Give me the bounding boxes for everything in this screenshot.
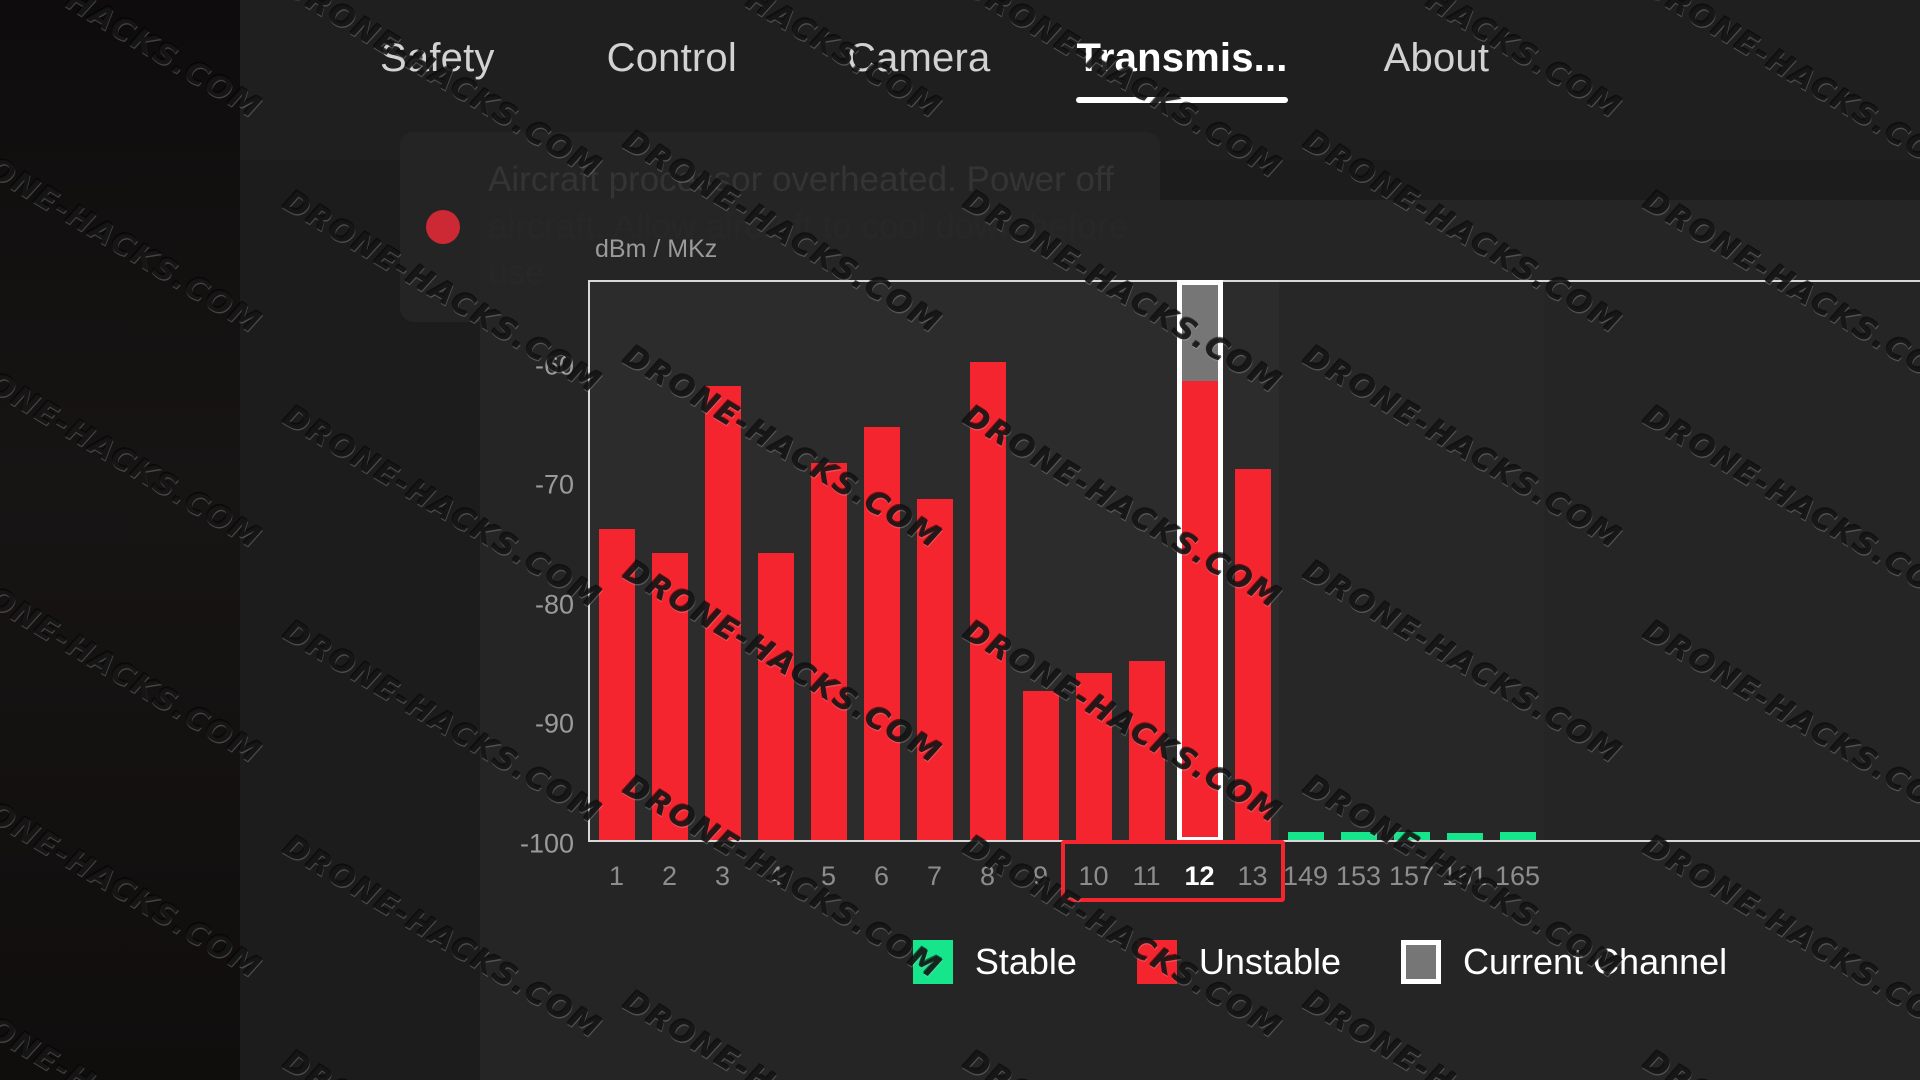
y-tick-label: -80 [534, 589, 574, 620]
chart-legend: Stable Unstable Current Channel [480, 940, 1920, 984]
bar-stable [1446, 832, 1483, 840]
channel-column[interactable] [590, 282, 643, 840]
x-tick-label[interactable]: 149 [1279, 848, 1332, 904]
x-tick-label[interactable]: 161 [1438, 848, 1491, 904]
channel-column[interactable] [1491, 282, 1544, 840]
channel-band [1279, 282, 1332, 840]
tab-about[interactable]: About [1384, 36, 1490, 103]
y-axis-unit-label: dBm / MKz [595, 235, 718, 263]
channel-column[interactable] [1385, 282, 1438, 840]
tab-label: Camera [846, 36, 991, 80]
plot-area: -60-70-80-90-100 ≈1km≈4km [520, 280, 1920, 859]
bar-unstable [1181, 373, 1218, 840]
settings-panel: Safety Control Camera Transmis... About Airc… [240, 0, 1920, 1080]
bar-stable [1287, 831, 1324, 840]
plot-inner [588, 280, 1920, 842]
bar-unstable [651, 553, 688, 840]
x-tick-label[interactable]: 157 [1385, 848, 1438, 904]
channel-spectrum-chart: dBm / MKz Mhz -60-70-80-90-100 ≈1km≈4km … [480, 200, 1920, 1080]
channel-column[interactable] [802, 282, 855, 840]
y-tick-label: -100 [519, 828, 574, 859]
channel-columns [590, 280, 1544, 842]
legend-swatch-unstable [1136, 940, 1177, 984]
x-tick-label[interactable]: 8 [961, 848, 1014, 904]
x-axis-labels: 1 2 3 4 5 6 7 8 9 10 11 12 13 149 153 157 161 165 [590, 848, 1920, 904]
legend-label: Stable [974, 941, 1077, 982]
bar-unstable [1022, 690, 1059, 840]
legend-label: Current Channel [1463, 941, 1728, 982]
legend-item: Unstable [1136, 940, 1341, 984]
channel-column[interactable] [1332, 282, 1385, 840]
channel-column[interactable] [1279, 282, 1332, 840]
warning-dot-icon [426, 210, 460, 244]
channel-column[interactable] [961, 282, 1014, 840]
tab-label: Control [606, 36, 737, 80]
x-tick-label[interactable]: 4 [749, 848, 802, 904]
x-tick-label[interactable]: 9 [1014, 848, 1067, 904]
screen-root: Safety Control Camera Transmis... About Airc… [0, 0, 1920, 1080]
channel-column[interactable] [1120, 282, 1173, 840]
x-tick-label[interactable]: 7 [908, 848, 961, 904]
tab-label: Safety [380, 36, 495, 80]
x-tick-label[interactable]: 3 [696, 848, 749, 904]
tab-transmis[interactable]: Transmis... [1076, 36, 1288, 103]
channel-column[interactable] [1067, 282, 1120, 840]
y-tick-label: -60 [534, 350, 574, 381]
bar-unstable [598, 529, 635, 840]
channel-band [1332, 282, 1385, 840]
tab-safety[interactable]: Safety [380, 36, 495, 103]
bar-stable [1340, 831, 1377, 840]
legend-label: Unstable [1198, 941, 1341, 982]
bar-unstable [810, 463, 847, 840]
x-tick-label[interactable]: 153 [1332, 848, 1385, 904]
x-tick-label[interactable]: 12 [1173, 848, 1226, 904]
bar-unstable [757, 553, 794, 840]
tab-active-underline [1076, 97, 1288, 103]
legend-item: Current Channel [1401, 940, 1727, 984]
bar-unstable [1128, 660, 1165, 840]
bar-unstable [704, 385, 741, 840]
tab-camera[interactable]: Camera [847, 36, 990, 103]
tab-control[interactable]: Control [607, 36, 737, 103]
bar-unstable [916, 499, 953, 840]
channel-column[interactable] [1014, 282, 1067, 840]
x-tick-label[interactable]: 2 [643, 848, 696, 904]
tab-label: About [1383, 36, 1490, 80]
legend-swatch-stable [912, 940, 953, 984]
x-tick-label[interactable]: 1 [590, 848, 643, 904]
x-tick-label[interactable]: 10 [1067, 848, 1120, 904]
bar-unstable [969, 361, 1006, 840]
channel-column[interactable] [1226, 282, 1279, 840]
bar-unstable [1075, 672, 1112, 840]
bar-unstable [863, 427, 900, 840]
bar-stable [1499, 831, 1536, 840]
bar-stable [1393, 831, 1430, 840]
bar-unstable [1234, 469, 1271, 840]
channel-band [1491, 282, 1544, 840]
channel-column[interactable] [1173, 280, 1226, 842]
channel-band [1438, 282, 1491, 840]
channel-column[interactable] [1438, 282, 1491, 840]
x-tick-label[interactable]: 5 [802, 848, 855, 904]
left-camera-gutter [0, 0, 240, 1080]
legend-item: Stable [912, 940, 1077, 984]
channel-column[interactable] [749, 282, 802, 840]
channel-band [1385, 282, 1438, 840]
tab-label: Transmis... [1076, 36, 1288, 80]
x-tick-label[interactable]: 13 [1226, 848, 1279, 904]
y-tick-label: -90 [534, 708, 574, 739]
y-tick-label: -70 [534, 469, 574, 500]
channel-column[interactable] [908, 282, 961, 840]
x-tick-label[interactable]: 6 [855, 848, 908, 904]
legend-swatch-current [1401, 940, 1441, 984]
x-tick-label[interactable]: 165 [1491, 848, 1544, 904]
x-tick-label[interactable]: 11 [1120, 848, 1173, 904]
channel-column[interactable] [643, 282, 696, 840]
channel-column[interactable] [855, 282, 908, 840]
channel-column[interactable] [696, 282, 749, 840]
